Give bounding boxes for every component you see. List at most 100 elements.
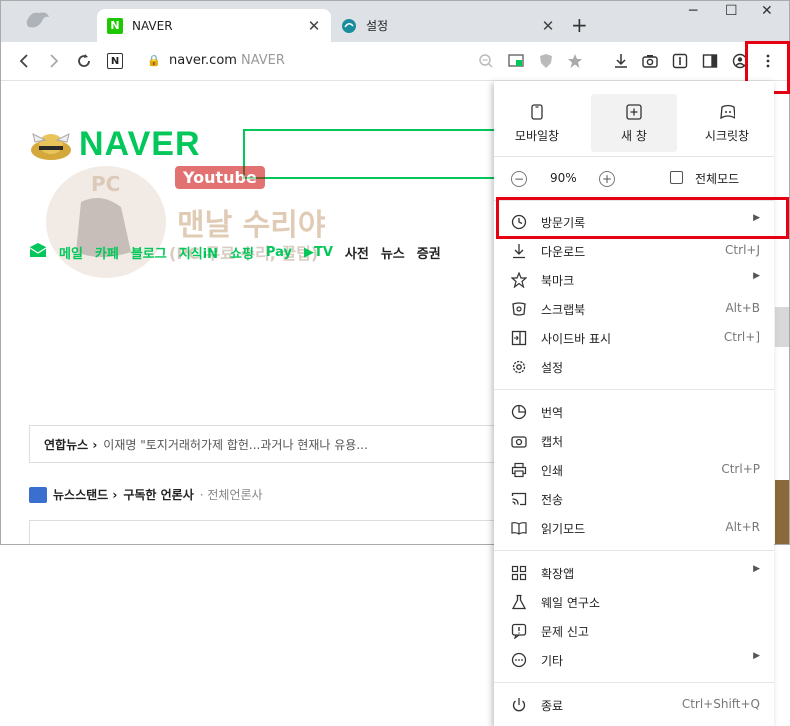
reader-mode-icon[interactable] [669,50,691,72]
ticker-headline[interactable]: 이재명 "토지거래허가제 합헌...과거나 현재나 유용... [103,436,367,453]
nav-shopping[interactable]: 쇼핑 [230,243,254,262]
menu-item-shortcut: Ctrl+] [723,330,760,344]
secret-window-label: 시크릿창 [704,128,750,143]
menu-item-downloads[interactable]: 다운로드 Ctrl+J [494,236,774,265]
menu-item-settings[interactable]: 설정 [494,352,774,381]
ticker-source[interactable]: 연합뉴스 › [44,436,97,453]
zoom-icon[interactable] [475,50,497,72]
tab-settings[interactable]: 설정 ✕ [331,9,565,42]
reload-icon[interactable] [73,50,95,72]
watermark-pc: PC [91,172,121,196]
tab-naver[interactable]: N NAVER ✕ [97,9,331,42]
scrapbook-icon [511,301,527,317]
nav-news[interactable]: 뉴스 [381,243,405,262]
forward-icon[interactable] [43,50,65,72]
all-press-link[interactable]: · 전체언론사 [200,486,263,503]
tab-title: 설정 [366,19,389,33]
menu-item-capture[interactable]: 캡처 [494,426,774,455]
menu-item-print[interactable]: 인쇄 Ctrl+P [494,455,774,484]
news-ticker[interactable]: 연합뉴스 › 이재명 "토지거래허가제 합헌...과거나 현재나 유용... [29,425,509,463]
newsstand-box [29,520,509,544]
new-window-label: 새 창 [621,128,647,143]
star-icon [511,272,527,288]
nav-tv[interactable]: ▶TV [304,245,333,260]
menu-item-scrapbook[interactable]: 스크랩북 Alt+B [494,294,774,323]
shield-icon[interactable] [535,50,557,72]
capture-icon[interactable] [639,50,661,72]
zoom-level: 90% [550,171,577,185]
browser-menu: 모바일창 새 창 시크릿창 − 90% + 전체모드 방문기록 ▶ 다운로드 C… [494,81,774,726]
menu-item-label: 읽기모드 [541,522,586,536]
power-icon [511,697,527,713]
naver-hat-icon [29,124,73,164]
newsstand-icon [29,486,47,503]
address-title: NAVER [241,53,285,68]
naver-logo[interactable]: NAVER [29,124,201,164]
newsstand-link[interactable]: 뉴스스탠드 › [53,486,117,503]
extensions-icon [511,565,527,581]
new-tab-button[interactable]: + [571,13,588,37]
nav-blog[interactable]: 블로그 [131,243,167,262]
menu-item-shortcut: Ctrl+J [725,243,760,257]
new-window-button[interactable]: 새 창 [591,94,677,152]
mobile-window-toolbar-icon[interactable] [505,50,527,72]
nav-mail[interactable]: 메일 [59,243,83,262]
maximize-button[interactable]: ☐ [725,3,738,19]
menu-item-label: 기타 [541,654,564,668]
new-window-icon [626,103,642,121]
fullscreen-icon[interactable] [670,171,683,184]
menu-item-label: 종료 [541,699,564,713]
subscribed-press-link[interactable]: 구독한 언론사 [123,486,193,503]
print-icon [511,462,527,478]
secret-icon [719,103,735,121]
zoom-out-button[interactable]: − [511,171,527,187]
mobile-window-button[interactable]: 모바일창 [494,94,580,152]
nav-kin[interactable]: 지식iN [179,243,218,262]
menu-item-reader[interactable]: 읽기모드 Alt+R [494,513,774,542]
nav-dictionary[interactable]: 사전 [345,243,369,262]
menu-item-shortcut: Alt+B [725,301,760,315]
menu-item-label: 문제 신고 [541,625,589,639]
minimize-button[interactable]: ─ [689,3,697,19]
nav-stock[interactable]: 증권 [417,243,441,262]
close-tab-icon[interactable]: ✕ [539,17,557,35]
chevron-right-icon: ▶ [753,271,760,281]
menu-divider [494,682,774,683]
tab-bar: N NAVER ✕ 설정 ✕ + ─ ☐ ✕ [1,1,789,42]
sidebar-icon [511,330,527,346]
naver-service-nav: 메일 카페 블로그 지식iN 쇼핑 Pay ▶TV 사전 뉴스 증권 [29,242,441,262]
whale-app-icon [25,9,51,34]
download-icon[interactable] [610,50,632,72]
menu-item-report[interactable]: 문제 신고 [494,616,774,645]
download-icon [511,243,527,259]
menu-item-exit[interactable]: 종료 Ctrl+Shift+Q [494,690,774,719]
address-url[interactable]: naver.com [169,53,237,68]
mail-icon[interactable] [29,242,47,262]
menu-item-label: 다운로드 [541,245,586,259]
menu-item-labs[interactable]: 웨일 연구소 [494,587,774,616]
close-tab-icon[interactable]: ✕ [305,17,323,35]
menu-item-cast[interactable]: 전송 [494,484,774,513]
close-window-button[interactable]: ✕ [761,3,773,19]
zoom-in-button[interactable]: + [599,171,615,187]
watermark: PC Youtube 맨날 수리야 (PC 무료 수리, 꿀팁) [41,162,401,282]
menu-item-translate[interactable]: 번역 [494,397,774,426]
gear-icon [511,359,527,375]
nav-cafe[interactable]: 카페 [95,243,119,262]
sidebar-icon[interactable] [699,50,721,72]
menu-item-bookmarks[interactable]: 북마크 ▶ [494,265,774,294]
menu-item-label: 확장앱 [541,567,575,581]
secret-window-button[interactable]: 시크릿창 [684,94,770,152]
back-icon[interactable] [13,50,35,72]
menu-item-extensions[interactable]: 확장앱 ▶ [494,558,774,587]
bookmark-star-icon[interactable] [564,50,586,72]
menu-item-more[interactable]: 기타 ▶ [494,645,774,674]
fullscreen-label[interactable]: 전체모드 [695,170,739,187]
lock-icon[interactable]: 🔒 [147,54,161,67]
menu-item-shortcut: Alt+R [725,520,760,534]
menu-item-label: 웨일 연구소 [541,596,601,610]
menu-item-label: 캡처 [541,435,564,449]
nav-pay[interactable]: Pay [266,245,292,260]
page-right-edge [775,82,789,544]
menu-item-sidebar[interactable]: 사이드바 표시 Ctrl+] [494,323,774,352]
